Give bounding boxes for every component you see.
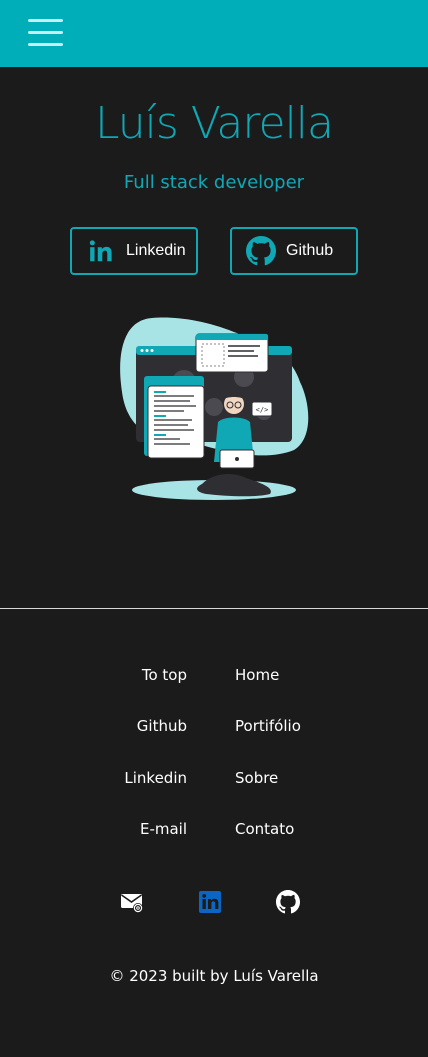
linkedin-button-label: Linkedin (126, 242, 186, 259)
footer-link-contato[interactable]: Contato (235, 820, 294, 838)
footer-link-home[interactable]: Home (235, 666, 279, 684)
footer-link-portfolio[interactable]: Portifólio (235, 717, 301, 735)
developer-with-laptop-illustration: </> (120, 317, 309, 500)
footer-link-email[interactable]: E-mail (140, 820, 187, 838)
svg-text:</>: </> (256, 406, 269, 414)
hero-name: Luís Varella (94, 98, 334, 149)
linkedin-icon[interactable] (198, 890, 222, 914)
hero-role: Full stack developer (123, 172, 305, 193)
footer-link-linkedin[interactable]: Linkedin (124, 769, 187, 787)
github-button-label: Github (286, 242, 334, 259)
copyright: © 2023 built by Luís Varella (109, 967, 319, 985)
top-bar (0, 0, 428, 67)
linkedin-button[interactable]: Linkedin (70, 227, 198, 275)
github-icon[interactable] (276, 890, 300, 914)
email-icon[interactable] (120, 890, 144, 914)
linkedin-icon (86, 236, 116, 266)
footer-divider (0, 608, 428, 609)
footer-link-sobre[interactable]: Sobre (235, 769, 278, 787)
github-icon (246, 236, 276, 266)
github-button[interactable]: Github (230, 227, 358, 275)
footer-link-github[interactable]: Github (137, 717, 187, 735)
footer-link-to-top[interactable]: To top (142, 666, 187, 684)
hamburger-menu-icon[interactable] (28, 18, 64, 48)
